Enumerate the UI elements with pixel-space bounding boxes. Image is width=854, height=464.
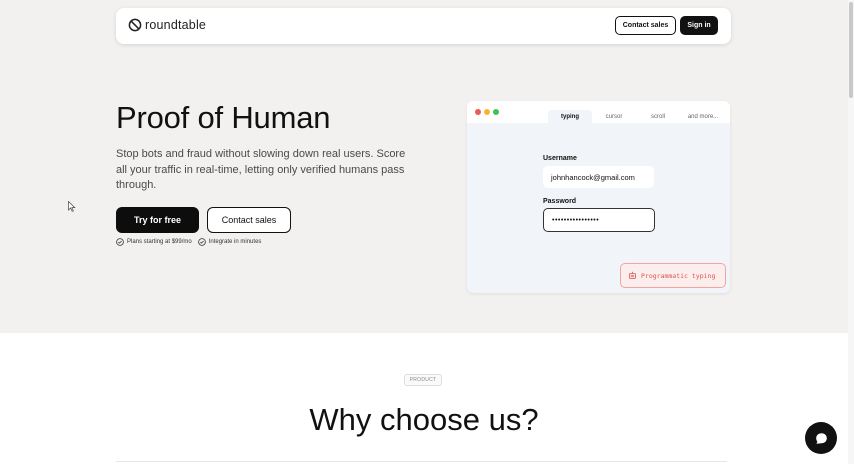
password-label: Password: [543, 198, 577, 205]
feature-label: Integrate in minutes: [208, 239, 262, 245]
feature-item: Plans starting at $99/mo: [116, 238, 192, 246]
tab-scroll[interactable]: scroll: [636, 110, 680, 124]
tab-and-more[interactable]: and more...: [680, 110, 726, 124]
username-field[interactable]: johnhancock@gmail.com: [543, 166, 654, 188]
alert-text: Programmatic typing: [641, 271, 716, 280]
nav-contact-sales-button[interactable]: Contact sales: [615, 16, 676, 35]
window-maximize-dot-icon: [493, 109, 499, 115]
section-title: Why choose us?: [309, 402, 539, 437]
nav-sign-in-button[interactable]: Sign in: [680, 16, 718, 35]
bot-alert-icon: [629, 271, 636, 279]
feature-list: Plans starting at $99/mo Integrate in mi…: [116, 238, 261, 246]
logo-text: roundtable: [145, 18, 207, 32]
section-badge: PRODUCT: [404, 374, 442, 386]
chat-bubble-icon: [815, 432, 827, 444]
tab-cursor[interactable]: cursor: [592, 110, 636, 124]
window-close-dot-icon: [475, 109, 481, 115]
try-for-free-button[interactable]: Try for free: [116, 207, 199, 233]
page-scrollbar[interactable]: [848, 0, 854, 464]
hero-title: Proof of Human: [116, 100, 331, 135]
feature-item: Integrate in minutes: [197, 238, 262, 246]
check-circle-icon: [197, 238, 206, 246]
password-field[interactable]: ••••••••••••••••: [543, 208, 655, 232]
divider: [116, 461, 727, 462]
demo-tabs: typing cursor scroll and more...: [548, 110, 726, 124]
demo-window-titlebar: typing cursor scroll and more...: [467, 101, 730, 124]
roundtable-logo-icon: [128, 18, 142, 32]
logo[interactable]: roundtable: [128, 18, 206, 32]
chat-button[interactable]: [805, 422, 837, 454]
tab-typing[interactable]: typing: [548, 110, 592, 124]
demo-window: typing cursor scroll and more... Usernam…: [467, 101, 730, 293]
top-navbar: roundtable Contact sales Sign in: [116, 8, 731, 44]
username-label: Username: [543, 155, 577, 162]
feature-label: Plans starting at $99/mo: [127, 239, 192, 245]
hero-description: Stop bots and fraud without slowing down…: [116, 148, 406, 191]
contact-sales-button[interactable]: Contact sales: [207, 207, 291, 233]
mouse-pointer-icon: [68, 201, 76, 212]
window-minimize-dot-icon: [484, 109, 490, 115]
scrollbar-thumb[interactable]: [849, 2, 853, 98]
programmatic-typing-alert: Programmatic typing: [620, 263, 726, 288]
check-circle-icon: [116, 238, 124, 246]
